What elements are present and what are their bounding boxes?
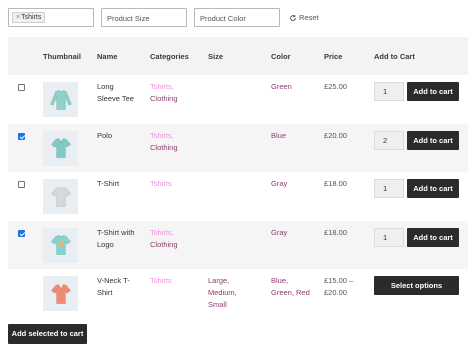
table-row: T-Shirt with Logo Tshirts, Clothing Gray… (8, 220, 468, 269)
header-thumbnail: Thumbnail (43, 52, 81, 61)
color-link[interactable]: Blue, (271, 275, 321, 287)
size-link[interactable]: Large, (208, 275, 258, 287)
quantity-input[interactable]: 2 (374, 130, 404, 150)
row-checkbox[interactable] (18, 229, 25, 237)
row-checkbox[interactable] (18, 84, 25, 91)
reset-label: Reset (299, 13, 319, 22)
product-thumbnail[interactable] (43, 82, 78, 117)
product-name-line: Logo (97, 239, 114, 249)
row-checkbox[interactable] (18, 132, 25, 140)
color-filter[interactable]: Product Color (194, 8, 280, 27)
table-row: Polo Tshirts, Clothing Blue £20.00 2 Add… (8, 123, 468, 172)
header-size: Size (208, 52, 224, 61)
product-sizes: Large, Medium, Small (208, 275, 258, 311)
size-link[interactable]: Medium, (208, 287, 258, 299)
category-chip[interactable]: × Tshirts (12, 12, 46, 23)
table-header: Thumbnail Name Categories Size Color Pri… (8, 37, 468, 75)
product-price: £20.00 (324, 130, 347, 140)
t-shirt-icon (50, 186, 71, 207)
product-price: £18.00 (324, 227, 347, 237)
table-row: V-Neck T- Shirt Tshirts Large, Medium, S… (8, 269, 468, 317)
select-options-button[interactable]: Select options (374, 276, 459, 295)
color-link[interactable]: Green, Red (271, 287, 321, 299)
product-categories: Tshirts, Clothing (150, 227, 200, 251)
add-selected-to-cart-button[interactable]: Add selected to cart (8, 324, 87, 344)
product-name[interactable]: Long Sleeve Tee (97, 81, 141, 105)
header-add-to-cart: Add to Cart (374, 52, 415, 61)
header-name: Name (97, 52, 118, 61)
product-name-line: Polo (97, 130, 113, 140)
product-thumbnail[interactable] (43, 179, 78, 214)
t-shirt-logo-icon (50, 235, 71, 255)
category-link[interactable]: Tshirts, (150, 130, 200, 142)
product-name-line: Shirt (97, 288, 113, 297)
product-name[interactable]: T-Shirt (97, 178, 141, 190)
size-filter-placeholder: Product Size (107, 14, 150, 23)
product-color[interactable]: Gray (271, 178, 321, 190)
size-link[interactable]: Small (208, 299, 258, 311)
product-colors: Blue, Green, Red (271, 275, 321, 299)
add-to-cart-button[interactable]: Add to cart (407, 82, 459, 101)
v-neck-shirt-icon (50, 283, 71, 304)
product-name-line: Sleeve Tee (97, 94, 134, 103)
product-table: Thumbnail Name Categories Size Color Pri… (8, 37, 468, 317)
product-color[interactable]: Green (271, 81, 321, 93)
product-thumbnail[interactable] (43, 227, 78, 263)
filter-bar: × Tshirts Product Size Product Color Res… (8, 8, 328, 27)
price-line: £15.00 – (324, 276, 354, 285)
add-to-cart-button[interactable]: Add to cart (407, 179, 459, 198)
category-link[interactable]: Clothing (150, 93, 200, 105)
color-filter-placeholder: Product Color (200, 14, 246, 23)
reset-icon (290, 14, 296, 21)
product-name-line: T-Shirt (97, 179, 120, 188)
header-price: Price (324, 52, 343, 61)
header-color: Color (271, 52, 291, 61)
size-filter[interactable]: Product Size (101, 8, 187, 27)
category-link[interactable]: Clothing (150, 142, 200, 154)
row-checkbox[interactable] (18, 181, 25, 188)
category-link[interactable]: Tshirts, (150, 227, 200, 239)
product-categories: Tshirts (150, 178, 200, 190)
price-line: £20.00 (324, 288, 347, 297)
product-name-line: T-Shirt with (97, 227, 135, 237)
table-row: Long Sleeve Tee Tshirts, Clothing Green … (8, 75, 468, 124)
product-name[interactable]: Polo (97, 130, 141, 142)
header-categories: Categories (150, 52, 189, 61)
quantity-input[interactable]: 1 (374, 82, 404, 101)
product-name[interactable]: T-Shirt with Logo (97, 227, 141, 251)
add-to-cart-button[interactable]: Add to cart (407, 130, 459, 150)
category-filter[interactable]: × Tshirts (8, 8, 94, 27)
product-color[interactable]: Gray (271, 227, 321, 239)
product-thumbnail[interactable] (43, 130, 78, 166)
category-link[interactable]: Clothing (150, 239, 200, 251)
product-categories: Tshirts, Clothing (150, 130, 200, 154)
category-link[interactable]: Tshirts, (150, 81, 200, 93)
product-color[interactable]: Blue (271, 130, 321, 142)
table-row: T-Shirt Tshirts Gray £18.00 1 Add to car… (8, 172, 468, 221)
product-thumbnail[interactable] (43, 276, 78, 311)
product-price: £25.00 (324, 82, 347, 91)
product-categories: Tshirts (150, 275, 200, 287)
product-name[interactable]: V-Neck T- Shirt (97, 275, 141, 299)
chip-remove-icon[interactable]: × (16, 13, 20, 22)
add-to-cart-button[interactable]: Add to cart (407, 227, 459, 247)
category-link[interactable]: Tshirts (150, 275, 200, 287)
product-name-line: V-Neck T- (97, 276, 130, 285)
category-link[interactable]: Tshirts (150, 178, 200, 190)
quantity-input[interactable]: 1 (374, 227, 404, 247)
product-categories: Tshirts, Clothing (150, 81, 200, 105)
category-chip-label: Tshirts (21, 14, 42, 21)
product-price: £15.00 – £20.00 (324, 275, 376, 299)
product-name-line: Long (97, 82, 114, 91)
polo-shirt-icon (50, 138, 71, 158)
quantity-input[interactable]: 1 (374, 179, 404, 198)
reset-button[interactable]: Reset (289, 13, 319, 22)
product-price: £18.00 (324, 179, 347, 188)
long-sleeve-tee-icon (49, 89, 72, 110)
